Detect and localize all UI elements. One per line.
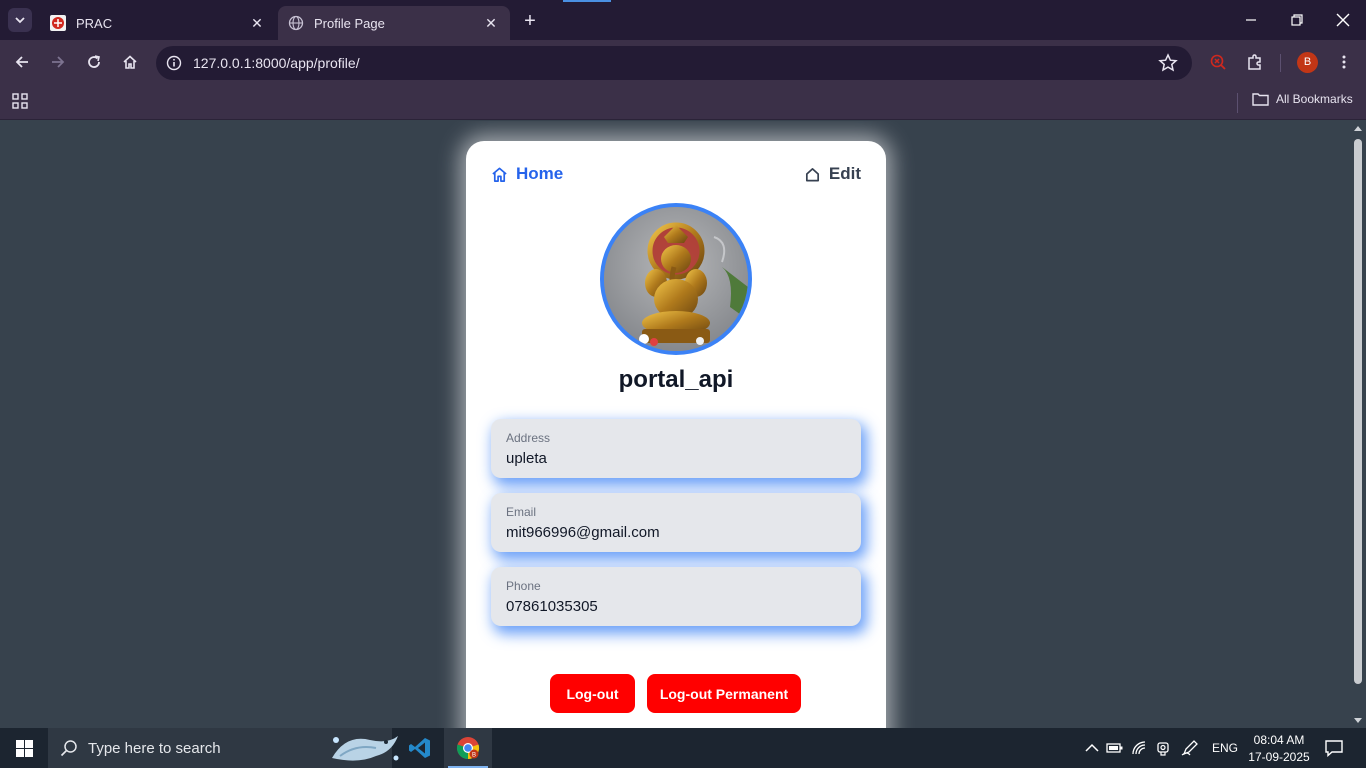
wifi-icon[interactable] xyxy=(1131,740,1149,756)
scroll-up-arrow-icon[interactable] xyxy=(1354,126,1362,131)
profile-avatar-button[interactable]: B xyxy=(1297,52,1318,73)
profile-username: portal_api xyxy=(618,366,734,393)
home-link-label: Home xyxy=(516,164,564,183)
search-icon xyxy=(60,740,77,757)
scroll-down-arrow-icon[interactable] xyxy=(1354,718,1362,723)
chevron-down-icon xyxy=(15,17,25,24)
taskbar-search-box[interactable]: Type here to search xyxy=(48,728,399,768)
extensions-button[interactable] xyxy=(1243,50,1267,74)
url-text: 127.0.0.1:8000/app/profile/ xyxy=(193,55,360,71)
address-bar[interactable]: 127.0.0.1:8000/app/profile/ xyxy=(156,46,1192,80)
start-button[interactable] xyxy=(0,728,48,768)
field-label: Email xyxy=(506,505,537,519)
restore-icon xyxy=(1291,14,1303,26)
profile-card: Home Edit portal_api Address upleta Emai… xyxy=(466,141,886,728)
camera-icon[interactable] xyxy=(1155,740,1173,756)
globe-icon xyxy=(288,15,304,31)
minimize-icon xyxy=(1246,19,1256,21)
email-field: Email mit966996@gmail.com xyxy=(491,493,861,552)
show-hidden-icons-chevron-icon[interactable] xyxy=(1083,740,1101,756)
page-viewport: Home Edit portal_api Address upleta Emai… xyxy=(0,121,1350,728)
taskbar-clock[interactable]: 08:04 AM 17-09-2025 xyxy=(1246,732,1312,766)
bookmarks-bar: All Bookmarks xyxy=(0,85,1366,120)
browser-menu-button[interactable] xyxy=(1332,50,1356,74)
home-icon xyxy=(123,55,137,69)
search-highlight-creature-icon xyxy=(332,736,399,761)
tab-title: PRAC xyxy=(76,15,113,31)
site-info-button[interactable] xyxy=(162,51,186,75)
logout-permanent-button[interactable]: Log-out Permanent xyxy=(647,674,801,713)
prac-favicon-icon xyxy=(50,15,66,31)
tab-prac[interactable]: PRAC ✕ xyxy=(40,6,276,40)
browser-toolbar: 127.0.0.1:8000/app/profile/ B xyxy=(0,40,1366,85)
reload-button[interactable] xyxy=(82,50,106,74)
all-bookmarks-label: All Bookmarks xyxy=(1276,92,1353,106)
minimize-button[interactable] xyxy=(1228,0,1274,40)
field-value: mit966996@gmail.com xyxy=(506,524,660,541)
tab-strip: PRAC ✕ Profile Page ✕ + xyxy=(0,0,1366,40)
scroll-thumb[interactable] xyxy=(1354,139,1362,684)
close-window-button[interactable] xyxy=(1320,0,1366,40)
pen-icon[interactable] xyxy=(1181,740,1199,756)
profile-avatar xyxy=(600,203,752,355)
bookmark-star-icon[interactable] xyxy=(1158,53,1178,73)
tab-indicator xyxy=(563,0,611,2)
tab-title: Profile Page xyxy=(314,15,385,31)
arrow-right-icon xyxy=(52,56,65,68)
blocked-popup-button[interactable] xyxy=(1206,50,1230,74)
windows-logo-icon xyxy=(15,739,33,757)
all-bookmarks-button[interactable]: All Bookmarks xyxy=(1252,92,1353,106)
reload-icon xyxy=(88,55,100,68)
edit-link[interactable]: Edit xyxy=(804,164,861,184)
battery-icon[interactable] xyxy=(1106,740,1124,756)
vscode-taskbar-button[interactable] xyxy=(396,728,444,768)
arrow-left-icon xyxy=(15,56,28,68)
folder-icon xyxy=(1252,93,1269,106)
close-icon xyxy=(1336,13,1350,27)
close-icon[interactable]: ✕ xyxy=(248,14,266,32)
profile-photo-ganesha-icon xyxy=(604,207,748,351)
vscode-icon xyxy=(409,738,430,758)
chrome-icon: B xyxy=(456,737,480,760)
bookmarks-divider xyxy=(1237,93,1238,113)
chrome-taskbar-button[interactable]: B xyxy=(444,728,492,768)
field-label: Address xyxy=(506,431,551,445)
logout-button[interactable]: Log-out xyxy=(550,674,635,713)
puzzle-icon xyxy=(1248,54,1261,70)
home-button[interactable] xyxy=(118,50,142,74)
back-button[interactable] xyxy=(10,50,34,74)
blocked-icon xyxy=(1210,54,1226,70)
phone-field: Phone 07861035305 xyxy=(491,567,861,626)
tab-profile-page[interactable]: Profile Page ✕ xyxy=(278,6,510,40)
clock-date: 17-09-2025 xyxy=(1248,750,1310,764)
svg-text:B: B xyxy=(472,753,476,759)
info-icon xyxy=(166,55,182,71)
edit-home-icon xyxy=(805,167,819,181)
forward-button[interactable] xyxy=(46,50,70,74)
field-value: 07861035305 xyxy=(506,598,598,615)
close-icon[interactable]: ✕ xyxy=(482,14,500,32)
toolbar-divider xyxy=(1280,54,1281,72)
apps-grid-icon[interactable] xyxy=(12,93,28,109)
home-icon xyxy=(492,167,507,182)
field-value: upleta xyxy=(506,450,547,467)
page-scrollbar[interactable] xyxy=(1350,121,1366,728)
kebab-menu-icon xyxy=(1342,55,1346,69)
windows-taskbar: Type here to search B ENG 08:04 AM 17-09… xyxy=(0,728,1366,768)
tab-search-button[interactable] xyxy=(8,8,32,32)
language-indicator[interactable]: ENG xyxy=(1212,741,1238,755)
notifications-icon[interactable] xyxy=(1324,739,1344,757)
restore-button[interactable] xyxy=(1274,0,1320,40)
home-link[interactable]: Home xyxy=(491,164,563,184)
edit-link-label: Edit xyxy=(828,164,861,183)
search-placeholder: Type here to search xyxy=(88,739,221,757)
address-field: Address upleta xyxy=(491,419,861,478)
new-tab-button[interactable]: + xyxy=(518,10,542,34)
clock-time: 08:04 AM xyxy=(1253,733,1305,747)
field-label: Phone xyxy=(506,579,541,593)
